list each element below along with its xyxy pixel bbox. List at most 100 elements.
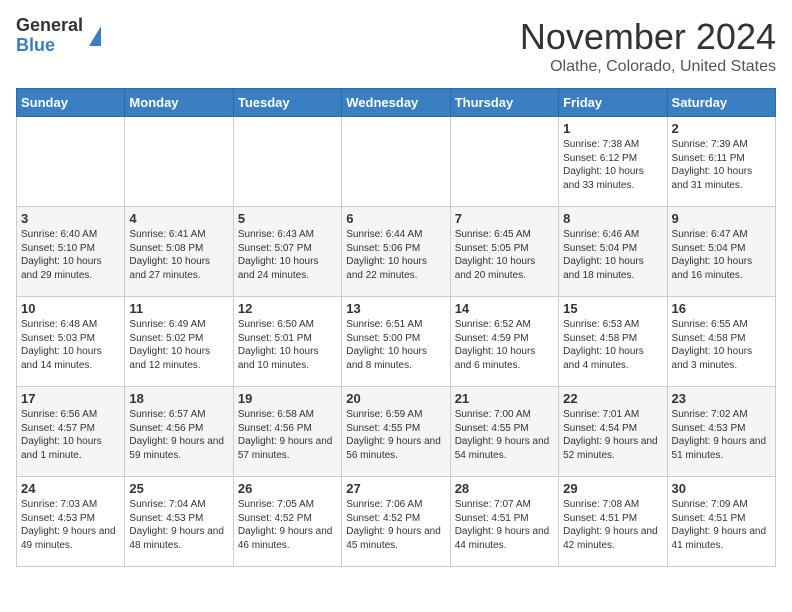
calendar-cell: 14 Sunrise: 6:52 AM Sunset: 4:59 PM Dayli… xyxy=(450,297,558,387)
day-info: Sunrise: 6:56 AM Sunset: 4:57 PM Dayligh… xyxy=(21,408,120,462)
calendar-cell: 20 Sunrise: 6:59 AM Sunset: 4:55 PM Dayli… xyxy=(342,387,450,477)
title-section: November 2024 Olathe, Colorado, United S… xyxy=(520,16,776,76)
page-title: November 2024 xyxy=(520,16,776,58)
day-info: Sunrise: 7:02 AM Sunset: 4:53 PM Dayligh… xyxy=(672,408,771,462)
calendar-cell: 27 Sunrise: 7:06 AM Sunset: 4:52 PM Dayli… xyxy=(342,477,450,567)
day-number: 23 xyxy=(672,391,771,406)
logo-blue-text: Blue xyxy=(16,36,83,56)
calendar-cell: 22 Sunrise: 7:01 AM Sunset: 4:54 PM Dayli… xyxy=(559,387,667,477)
day-number: 17 xyxy=(21,391,120,406)
day-info: Sunrise: 6:49 AM Sunset: 5:02 PM Dayligh… xyxy=(129,318,228,372)
calendar-week-row: 17 Sunrise: 6:56 AM Sunset: 4:57 PM Dayli… xyxy=(17,387,776,477)
day-info: Sunrise: 6:44 AM Sunset: 5:06 PM Dayligh… xyxy=(346,228,445,282)
calendar-cell: 6 Sunrise: 6:44 AM Sunset: 5:06 PM Daylig… xyxy=(342,207,450,297)
day-number: 11 xyxy=(129,301,228,316)
day-info: Sunrise: 6:47 AM Sunset: 5:04 PM Dayligh… xyxy=(672,228,771,282)
calendar-week-row: 24 Sunrise: 7:03 AM Sunset: 4:53 PM Dayli… xyxy=(17,477,776,567)
day-number: 18 xyxy=(129,391,228,406)
calendar-cell: 10 Sunrise: 6:48 AM Sunset: 5:03 PM Dayli… xyxy=(17,297,125,387)
calendar-cell xyxy=(450,117,558,207)
day-number: 1 xyxy=(563,121,662,136)
calendar-cell: 4 Sunrise: 6:41 AM Sunset: 5:08 PM Daylig… xyxy=(125,207,233,297)
day-number: 7 xyxy=(455,211,554,226)
page-header: General Blue November 2024 Olathe, Color… xyxy=(16,16,776,76)
calendar-cell: 17 Sunrise: 6:56 AM Sunset: 4:57 PM Dayli… xyxy=(17,387,125,477)
day-info: Sunrise: 6:53 AM Sunset: 4:58 PM Dayligh… xyxy=(563,318,662,372)
day-info: Sunrise: 7:06 AM Sunset: 4:52 PM Dayligh… xyxy=(346,498,445,552)
day-info: Sunrise: 6:41 AM Sunset: 5:08 PM Dayligh… xyxy=(129,228,228,282)
weekday-header-monday: Monday xyxy=(125,89,233,117)
calendar-cell: 13Sunrise: 6:51 AM Sunset: 5:00 PM Dayli… xyxy=(342,297,450,387)
calendar-header: SundayMondayTuesdayWednesdayThursdayFrid… xyxy=(17,89,776,117)
weekday-header-friday: Friday xyxy=(559,89,667,117)
logo-icon xyxy=(89,26,101,46)
calendar-week-row: 1 Sunrise: 7:38 AM Sunset: 6:12 PM Daylig… xyxy=(17,117,776,207)
calendar-cell: 28Sunrise: 7:07 AM Sunset: 4:51 PM Dayli… xyxy=(450,477,558,567)
day-number: 29 xyxy=(563,481,662,496)
day-number: 26 xyxy=(238,481,337,496)
day-info: Sunrise: 6:40 AM Sunset: 5:10 PM Dayligh… xyxy=(21,228,120,282)
calendar-cell: 11 Sunrise: 6:49 AM Sunset: 5:02 PM Dayli… xyxy=(125,297,233,387)
day-number: 10 xyxy=(21,301,120,316)
calendar-cell: 16Sunrise: 6:55 AM Sunset: 4:58 PM Dayli… xyxy=(667,297,775,387)
day-number: 9 xyxy=(672,211,771,226)
weekday-header-saturday: Saturday xyxy=(667,89,775,117)
day-info: Sunrise: 7:38 AM Sunset: 6:12 PM Dayligh… xyxy=(563,138,662,192)
day-number: 15 xyxy=(563,301,662,316)
weekday-header-row: SundayMondayTuesdayWednesdayThursdayFrid… xyxy=(17,89,776,117)
calendar-week-row: 10 Sunrise: 6:48 AM Sunset: 5:03 PM Dayli… xyxy=(17,297,776,387)
weekday-header-thursday: Thursday xyxy=(450,89,558,117)
day-info: Sunrise: 6:45 AM Sunset: 5:05 PM Dayligh… xyxy=(455,228,554,282)
day-number: 24 xyxy=(21,481,120,496)
day-info: Sunrise: 7:07 AM Sunset: 4:51 PM Dayligh… xyxy=(455,498,554,552)
calendar-cell: 3 Sunrise: 6:40 AM Sunset: 5:10 PM Daylig… xyxy=(17,207,125,297)
calendar-cell xyxy=(17,117,125,207)
calendar-cell: 24 Sunrise: 7:03 AM Sunset: 4:53 PM Dayli… xyxy=(17,477,125,567)
day-number: 4 xyxy=(129,211,228,226)
calendar-cell: 8Sunrise: 6:46 AM Sunset: 5:04 PM Daylig… xyxy=(559,207,667,297)
calendar-cell: 23 Sunrise: 7:02 AM Sunset: 4:53 PM Dayli… xyxy=(667,387,775,477)
day-info: Sunrise: 7:00 AM Sunset: 4:55 PM Dayligh… xyxy=(455,408,554,462)
day-info: Sunrise: 7:01 AM Sunset: 4:54 PM Dayligh… xyxy=(563,408,662,462)
day-number: 25 xyxy=(129,481,228,496)
logo-general-text: General xyxy=(16,16,83,36)
day-info: Sunrise: 6:46 AM Sunset: 5:04 PM Dayligh… xyxy=(563,228,662,282)
day-info: Sunrise: 7:09 AM Sunset: 4:51 PM Dayligh… xyxy=(672,498,771,552)
calendar-cell: 5Sunrise: 6:43 AM Sunset: 5:07 PM Daylig… xyxy=(233,207,341,297)
day-info: Sunrise: 6:57 AM Sunset: 4:56 PM Dayligh… xyxy=(129,408,228,462)
day-number: 21 xyxy=(455,391,554,406)
day-info: Sunrise: 6:43 AM Sunset: 5:07 PM Dayligh… xyxy=(238,228,337,282)
day-number: 14 xyxy=(455,301,554,316)
weekday-header-wednesday: Wednesday xyxy=(342,89,450,117)
calendar-cell: 30Sunrise: 7:09 AM Sunset: 4:51 PM Dayli… xyxy=(667,477,775,567)
calendar-table: SundayMondayTuesdayWednesdayThursdayFrid… xyxy=(16,88,776,567)
day-number: 12 xyxy=(238,301,337,316)
logo: General Blue xyxy=(16,16,101,56)
day-number: 22 xyxy=(563,391,662,406)
day-number: 20 xyxy=(346,391,445,406)
calendar-cell: 26 Sunrise: 7:05 AM Sunset: 4:52 PM Dayli… xyxy=(233,477,341,567)
day-info: Sunrise: 6:59 AM Sunset: 4:55 PM Dayligh… xyxy=(346,408,445,462)
calendar-week-row: 3 Sunrise: 6:40 AM Sunset: 5:10 PM Daylig… xyxy=(17,207,776,297)
day-info: Sunrise: 7:08 AM Sunset: 4:51 PM Dayligh… xyxy=(563,498,662,552)
day-number: 3 xyxy=(21,211,120,226)
day-number: 6 xyxy=(346,211,445,226)
day-info: Sunrise: 6:50 AM Sunset: 5:01 PM Dayligh… xyxy=(238,318,337,372)
weekday-header-sunday: Sunday xyxy=(17,89,125,117)
calendar-cell: 7 Sunrise: 6:45 AM Sunset: 5:05 PM Daylig… xyxy=(450,207,558,297)
day-info: Sunrise: 7:05 AM Sunset: 4:52 PM Dayligh… xyxy=(238,498,337,552)
day-info: Sunrise: 6:48 AM Sunset: 5:03 PM Dayligh… xyxy=(21,318,120,372)
day-number: 2 xyxy=(672,121,771,136)
day-info: Sunrise: 7:39 AM Sunset: 6:11 PM Dayligh… xyxy=(672,138,771,192)
calendar-cell: 9 Sunrise: 6:47 AM Sunset: 5:04 PM Daylig… xyxy=(667,207,775,297)
day-number: 27 xyxy=(346,481,445,496)
day-info: Sunrise: 6:58 AM Sunset: 4:56 PM Dayligh… xyxy=(238,408,337,462)
calendar-cell: 21 Sunrise: 7:00 AM Sunset: 4:55 PM Dayli… xyxy=(450,387,558,477)
calendar-cell: 12 Sunrise: 6:50 AM Sunset: 5:01 PM Dayli… xyxy=(233,297,341,387)
day-info: Sunrise: 7:03 AM Sunset: 4:53 PM Dayligh… xyxy=(21,498,120,552)
day-info: Sunrise: 6:52 AM Sunset: 4:59 PM Dayligh… xyxy=(455,318,554,372)
day-info: Sunrise: 7:04 AM Sunset: 4:53 PM Dayligh… xyxy=(129,498,228,552)
calendar-cell xyxy=(233,117,341,207)
calendar-body: 1 Sunrise: 7:38 AM Sunset: 6:12 PM Daylig… xyxy=(17,117,776,567)
day-info: Sunrise: 6:55 AM Sunset: 4:58 PM Dayligh… xyxy=(672,318,771,372)
